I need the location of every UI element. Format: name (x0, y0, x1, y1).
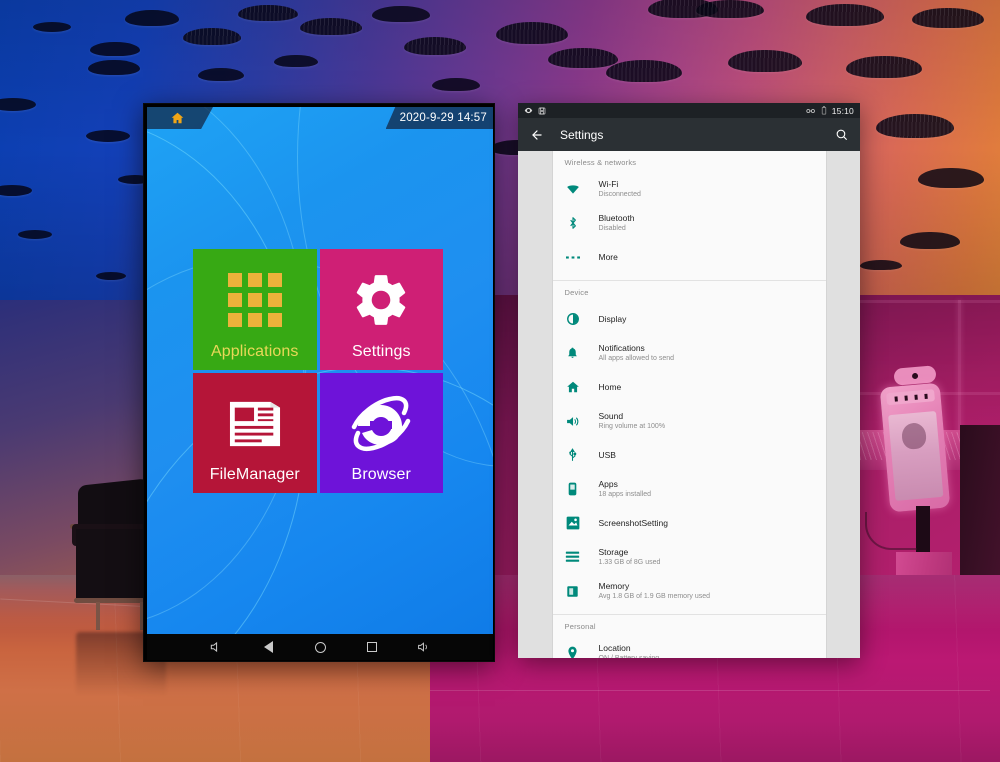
row-subtitle: Disconnected (598, 191, 641, 199)
save-icon (538, 107, 546, 115)
search-icon[interactable] (835, 128, 848, 141)
tile-settings[interactable]: Settings (319, 249, 444, 370)
tile-applications[interactable]: Applications (193, 249, 317, 370)
bell-icon (565, 345, 581, 361)
section-header: Wireless & networks (552, 151, 826, 172)
row-title: Home (598, 381, 622, 392)
armchair-leg (96, 602, 100, 630)
tile-label-applications: Applications (211, 342, 299, 360)
section-wireless: Wireless & networks Wi-Fi Disconnected B… (552, 151, 826, 280)
back-arrow-icon[interactable] (530, 128, 544, 142)
wifi-icon (565, 181, 581, 197)
section-header: Device (552, 281, 826, 302)
row-subtitle: All apps allowed to send (598, 355, 675, 363)
row-title: Memory (598, 580, 630, 591)
android-settings-window: 15:10 Settings Wireless & networks Wi-Fi… (518, 103, 860, 658)
settings-row-apps[interactable]: Apps 18 apps installed (553, 472, 826, 506)
home-icon[interactable] (313, 640, 327, 654)
usb-icon (565, 447, 581, 463)
settings-row-screenshotsetting[interactable]: ScreenshotSetting (553, 506, 826, 540)
row-title: More (598, 251, 618, 262)
battery-icon (821, 106, 827, 115)
window-frame (958, 300, 961, 440)
volume-up-icon[interactable] (417, 640, 431, 654)
sound-icon (565, 413, 581, 429)
row-title: Display (598, 313, 627, 324)
display-icon (565, 311, 581, 327)
settings-row-display[interactable]: Display (553, 302, 826, 336)
row-subtitle: 1.33 GB of 8G used (598, 559, 661, 567)
screenshot-icon (565, 515, 581, 531)
row-title: USB (598, 449, 616, 460)
row-title: Bluetooth (598, 212, 635, 223)
row-title: Apps (598, 478, 618, 489)
settings-row-wifi[interactable]: Wi-Fi Disconnected (553, 172, 826, 206)
gear-icon (320, 263, 444, 337)
internet-explorer-icon (320, 387, 444, 461)
android-clock: 15:10 (831, 105, 854, 116)
row-subtitle: Avg 1.8 GB of 1.9 GB memory used (598, 593, 711, 601)
settings-list: Wireless & networks Wi-Fi Disconnected B… (551, 151, 827, 658)
apps-icon (565, 481, 581, 497)
row-subtitle: Disabled (598, 225, 626, 233)
home-icon (565, 379, 581, 395)
row-subtitle: Ring volume at 100% (598, 423, 666, 431)
facial-recognition-kiosk (879, 382, 951, 513)
row-subtitle: ON / Battery saving (599, 654, 660, 658)
settings-row-storage[interactable]: Storage 1.33 GB of 8G used (553, 540, 826, 574)
kiosk-sensor-bar (886, 389, 936, 406)
row-title: Sound (598, 410, 624, 421)
file-manager-icon (193, 387, 317, 461)
settings-app-bar: Settings (518, 118, 860, 151)
page-title: Settings (560, 127, 604, 142)
settings-row-more[interactable]: More (553, 240, 826, 274)
usb-debug-icon (806, 107, 816, 115)
memory-icon (565, 583, 581, 599)
settings-row-location[interactable]: Location ON / Battery saving (553, 636, 826, 658)
settings-row-memory[interactable]: Memory Avg 1.8 GB of 1.9 GB memory used (553, 574, 826, 608)
storage-icon (565, 549, 581, 565)
person-silhouette (900, 422, 928, 451)
settings-row-usb[interactable]: USB (553, 438, 826, 472)
eye-icon (524, 106, 533, 115)
more-icon (565, 249, 581, 265)
tile-grid: Applications Settings FileManager Browse… (193, 249, 443, 493)
row-title: Wi-Fi (598, 178, 619, 189)
tile-filemanager[interactable]: FileManager (193, 372, 317, 493)
tile-browser[interactable]: Browser (319, 372, 444, 493)
settings-row-home[interactable]: Home (553, 370, 826, 404)
row-subtitle: 18 apps installed (598, 491, 652, 499)
kiosk-display (888, 411, 944, 501)
settings-row-bluetooth[interactable]: Bluetooth Disabled (553, 206, 826, 240)
row-title: Notifications (598, 342, 645, 353)
tile-label-filemanager: FileManager (209, 466, 300, 483)
camera-lens-icon (911, 372, 919, 380)
recents-icon[interactable] (365, 640, 379, 654)
tablet-screen: 2020-9-29 14:57 Applications Settings Fi… (147, 107, 493, 660)
settings-row-notifications[interactable]: Notifications All apps allowed to send (553, 336, 826, 370)
section-header: Personal (552, 615, 826, 636)
volume-down-icon[interactable] (209, 640, 223, 654)
section-device: Device Display Notifications All apps al… (552, 281, 826, 614)
row-title: Storage (598, 546, 629, 557)
section-personal: Personal Location ON / Battery saving (552, 615, 826, 658)
floor-seam (430, 690, 990, 691)
kiosk-post (916, 506, 930, 556)
tablet-device: 2020-9-29 14:57 Applications Settings Fi… (143, 103, 495, 662)
tablet-navigation-bar (147, 634, 493, 660)
row-title: Location (598, 642, 631, 653)
location-icon (565, 645, 581, 658)
back-icon[interactable] (261, 640, 275, 654)
tile-label-settings: Settings (351, 342, 411, 360)
tile-label-browser: Browser (351, 466, 411, 483)
app-grid-icon (193, 263, 317, 337)
bluetooth-icon (565, 215, 581, 231)
row-title: ScreenshotSetting (598, 517, 668, 528)
settings-list-scroll[interactable]: Wireless & networks Wi-Fi Disconnected B… (518, 151, 860, 658)
android-status-bar: 15:10 (518, 103, 860, 118)
settings-row-sound[interactable]: Sound Ring volume at 100% (553, 404, 826, 438)
